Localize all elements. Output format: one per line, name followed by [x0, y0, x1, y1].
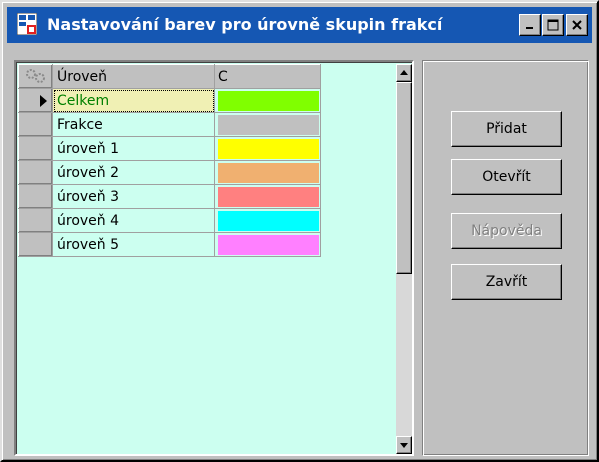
column-header-level[interactable]: Úroveň: [52, 64, 215, 89]
arrow-down-icon: [400, 443, 408, 448]
button-panel: Přidat Otevřít Nápověda Zavřít: [422, 60, 589, 456]
color-swatch: [218, 139, 319, 159]
row-selector[interactable]: [18, 184, 53, 209]
add-button[interactable]: Přidat: [451, 111, 562, 147]
dialog-window: Nastavování barev pro úrovně skupin frak…: [0, 0, 599, 462]
table-row[interactable]: úroveň 3: [18, 184, 321, 209]
ep-app-icon: [17, 13, 37, 35]
color-cell[interactable]: [214, 184, 321, 209]
vertical-scrollbar[interactable]: [396, 64, 412, 454]
color-swatch: [218, 187, 319, 207]
color-cell[interactable]: [214, 88, 321, 113]
level-name-cell[interactable]: úroveň 4: [52, 208, 215, 233]
arrow-up-icon: [400, 70, 408, 75]
level-name-cell[interactable]: úroveň 3: [52, 184, 215, 209]
minimize-button[interactable]: [519, 14, 541, 36]
row-selector[interactable]: [18, 136, 53, 161]
color-cell[interactable]: [214, 112, 321, 137]
color-cell[interactable]: [214, 160, 321, 185]
title-bar[interactable]: Nastavování barev pro úrovně skupin frak…: [7, 7, 592, 43]
table-row[interactable]: Celkem: [18, 88, 321, 113]
color-swatch: [218, 115, 319, 135]
table-row[interactable]: úroveň 1: [18, 136, 321, 161]
row-selector[interactable]: [18, 88, 53, 113]
row-selector[interactable]: [18, 160, 53, 185]
color-swatch: [218, 235, 319, 255]
color-cell[interactable]: [214, 208, 321, 233]
color-swatch: [218, 163, 319, 183]
help-button[interactable]: Nápověda: [451, 213, 562, 249]
level-name-cell[interactable]: Celkem: [52, 88, 215, 113]
open-button[interactable]: Otevřít: [451, 159, 562, 195]
level-name-cell[interactable]: Frakce: [52, 112, 215, 137]
levels-table: Úroveň C Celkem Frakce úroveň 1 úroveň 2…: [18, 64, 321, 257]
table-row[interactable]: úroveň 2: [18, 160, 321, 185]
scroll-down-button[interactable]: [396, 436, 412, 454]
row-selector[interactable]: [18, 208, 53, 233]
close-icon: [572, 20, 582, 30]
close-dialog-button[interactable]: Zavřít: [451, 264, 562, 300]
table-row[interactable]: Frakce: [18, 112, 321, 137]
grid-header-row: Úroveň C: [18, 64, 321, 89]
level-name-cell[interactable]: úroveň 1: [52, 136, 215, 161]
row-selector[interactable]: [18, 232, 53, 257]
color-cell[interactable]: [214, 136, 321, 161]
row-pointer-icon: [40, 95, 47, 107]
level-name-cell[interactable]: úroveň 2: [52, 160, 215, 185]
grid-corner[interactable]: [18, 64, 53, 89]
scroll-thumb[interactable]: [396, 82, 412, 274]
level-name-cell[interactable]: úroveň 5: [52, 232, 215, 257]
gears-icon: [26, 69, 45, 83]
table-row[interactable]: úroveň 5: [18, 232, 321, 257]
window-title: Nastavování barev pro úrovně skupin frak…: [47, 15, 443, 34]
maximize-icon: [547, 19, 559, 31]
row-selector[interactable]: [18, 112, 53, 137]
minimize-icon: [526, 27, 533, 29]
scroll-up-button[interactable]: [396, 64, 412, 82]
maximize-button[interactable]: [542, 14, 564, 36]
color-cell[interactable]: [214, 232, 321, 257]
column-header-color[interactable]: C: [214, 64, 321, 89]
color-swatch: [218, 211, 319, 231]
levels-grid[interactable]: Úroveň C Celkem Frakce úroveň 1 úroveň 2…: [14, 60, 414, 456]
table-row[interactable]: úroveň 4: [18, 208, 321, 233]
color-swatch: [218, 91, 319, 111]
close-button[interactable]: [566, 14, 588, 36]
